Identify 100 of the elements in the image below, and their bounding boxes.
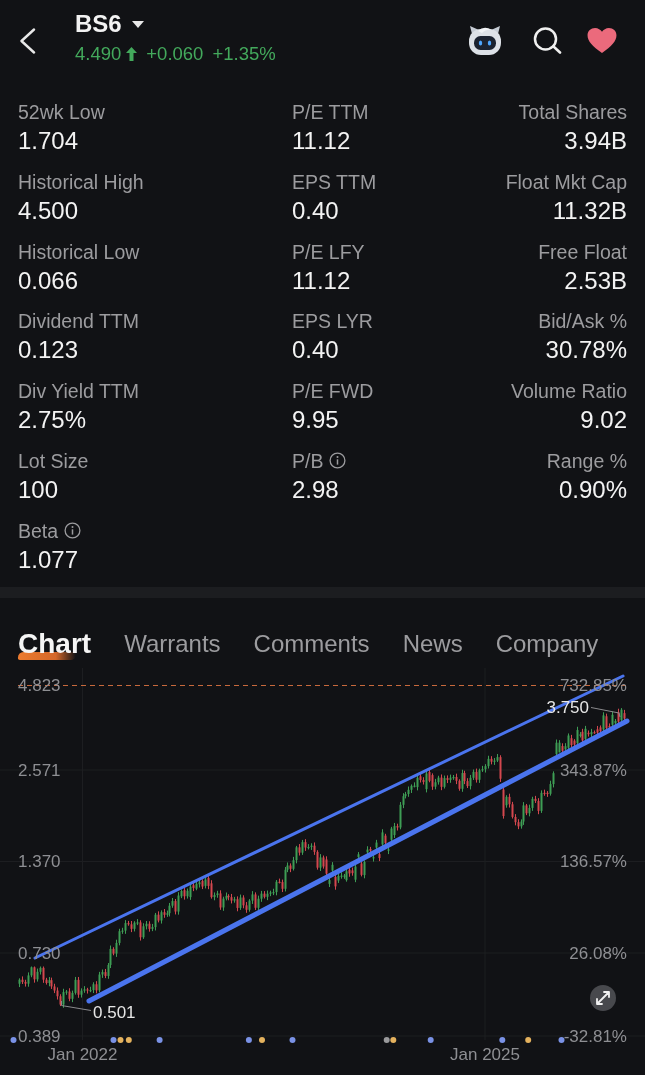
stat-value: 0.40: [292, 335, 340, 366]
falling-candle: [490, 755, 493, 764]
falling-candle: [86, 987, 89, 994]
event-dot[interactable]: [156, 1036, 163, 1043]
rising-candle: [301, 839, 304, 855]
lower-trend-line[interactable]: [86, 718, 630, 1003]
event-dot[interactable]: [259, 1036, 265, 1043]
last-price: 4.490: [75, 42, 122, 66]
tab[interactable]: Warrants: [124, 627, 221, 660]
falling-candle: [33, 966, 36, 983]
stat-value: 3.94B: [563, 126, 627, 156]
stat-value: 100: [18, 474, 60, 505]
falling-candle: [502, 785, 505, 819]
date-axis-label: Jan 2022: [47, 1044, 118, 1064]
event-dot[interactable]: [117, 1036, 124, 1043]
price-change: +0.060: [146, 42, 204, 66]
rising-candle: [461, 769, 464, 792]
rising-candle: [366, 845, 369, 855]
event-dot[interactable]: [10, 1036, 17, 1043]
falling-candle: [475, 768, 478, 783]
tab[interactable]: Chart: [18, 627, 92, 660]
falling-candle: [236, 895, 239, 911]
event-dot[interactable]: [245, 1036, 252, 1043]
tab[interactable]: Company: [495, 627, 599, 660]
falling-candle: [499, 754, 502, 782]
stat-value: 11.12: [292, 126, 352, 156]
heart-icon[interactable]: [586, 26, 618, 54]
falling-candle: [369, 846, 372, 853]
falling-candle: [163, 908, 166, 918]
falling-candle: [396, 823, 399, 830]
leader-line: [590, 706, 621, 717]
event-dot[interactable]: [289, 1036, 296, 1043]
rising-candle: [48, 976, 51, 986]
stat-label: Historical Low: [18, 239, 140, 264]
falling-candle: [68, 987, 71, 1001]
stat-label: 52wk Low: [18, 100, 105, 124]
event-dot[interactable]: [110, 1036, 117, 1043]
rising-candle: [425, 770, 428, 792]
stat-label: Range %: [546, 448, 627, 473]
rising-candle: [204, 875, 207, 888]
falling-candle: [360, 859, 363, 876]
leader-line: [61, 1000, 92, 1011]
stat-value: 1.077: [18, 544, 80, 575]
falling-candle: [617, 708, 620, 724]
falling-candle: [623, 709, 626, 721]
rising-candle: [540, 789, 543, 813]
stat-label: Dividend TTM: [18, 309, 139, 334]
stat-label: P/E LFY: [292, 239, 365, 264]
tab[interactable]: Comments: [253, 627, 370, 660]
rising-candle: [620, 707, 623, 723]
stat-label: EPS LYR: [292, 309, 373, 334]
percent-change: +1.35%: [212, 42, 276, 66]
falling-candle: [95, 980, 98, 993]
event-dot[interactable]: [427, 1036, 434, 1043]
percent-axis-label: 26.08%: [569, 943, 627, 962]
falling-candle: [183, 886, 186, 900]
falling-candle: [104, 968, 107, 978]
rising-candle: [363, 859, 366, 878]
falling-candle: [289, 862, 292, 872]
symbol-dropdown[interactable]: BS6: [75, 9, 144, 39]
falling-candle: [148, 920, 151, 932]
event-dot[interactable]: [499, 1036, 506, 1043]
rising-candle: [584, 725, 587, 742]
falling-candle: [192, 881, 195, 891]
stat-value: 0.40: [292, 195, 340, 226]
back-icon[interactable]: [19, 28, 36, 54]
rising-candle: [372, 853, 375, 862]
event-dot[interactable]: [558, 1036, 565, 1043]
info-icon[interactable]: [329, 452, 347, 470]
stat-label: Free Float: [538, 239, 627, 264]
stat-label: Div Yield TTM: [18, 379, 139, 403]
falling-candle: [587, 730, 590, 737]
search-icon[interactable]: [533, 26, 562, 54]
percent-axis-label: 136.57%: [559, 851, 627, 871]
event-dot[interactable]: [390, 1036, 397, 1043]
tab[interactable]: News: [402, 627, 463, 660]
stat-label: P/B: [292, 448, 324, 473]
event-dot[interactable]: [525, 1036, 532, 1043]
stat-label: Total Shares: [518, 100, 627, 124]
falling-candle: [446, 774, 449, 783]
expand-icon[interactable]: [590, 984, 616, 1011]
robot-icon[interactable]: [467, 25, 503, 55]
falling-candle: [139, 919, 142, 941]
percent-axis-label: -32.81%: [563, 1026, 627, 1045]
stat-value: 2.53B: [563, 265, 627, 296]
event-dot[interactable]: [125, 1036, 132, 1043]
price-axis-label: 0.389: [18, 1026, 61, 1045]
stat-value: 30.78%: [544, 335, 627, 366]
rising-candle: [443, 775, 446, 789]
rising-candle: [328, 877, 331, 887]
falling-candle: [157, 910, 160, 922]
info-icon[interactable]: [64, 522, 82, 539]
rising-candle: [233, 896, 236, 903]
stat-value: 0.90%: [557, 474, 627, 505]
stat-value: 11.32B: [551, 195, 627, 226]
event-dot[interactable]: [383, 1036, 390, 1043]
stat-value: 4.500: [18, 195, 80, 226]
rising-candle: [505, 794, 508, 808]
stat-value: 0.123: [18, 335, 80, 366]
stat-value: 1.704: [18, 126, 80, 156]
